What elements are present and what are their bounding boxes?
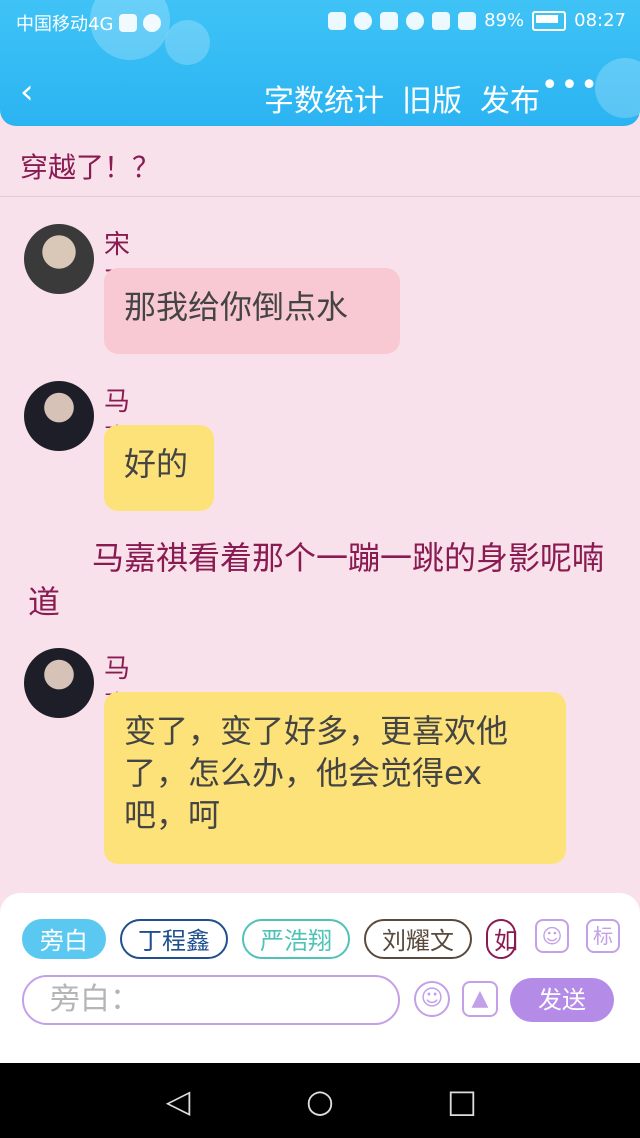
avatar[interactable] bbox=[24, 381, 94, 451]
chapter-title: 穿越了！？ bbox=[20, 151, 161, 184]
image-icon[interactable]: ▲ bbox=[462, 981, 498, 1017]
carrier-label: 中国移动4G bbox=[16, 14, 114, 35]
message-bubble[interactable]: 变了，变了好多，更喜欢他了，怎么办，他会觉得ex吧，呵 bbox=[104, 692, 566, 864]
narration-text[interactable]: 马嘉祺看着那个一蹦一跳的身影呢喃道 bbox=[28, 536, 608, 624]
hd-icon bbox=[380, 11, 399, 30]
back-triangle-icon[interactable]: ◁ bbox=[160, 1083, 196, 1119]
avatar[interactable] bbox=[24, 224, 94, 294]
old-version-button[interactable]: 旧版 bbox=[402, 76, 462, 120]
battery-icon bbox=[532, 10, 567, 31]
vibrate-icon bbox=[328, 11, 347, 30]
divider bbox=[0, 196, 640, 197]
message-input[interactable]: 旁白： bbox=[22, 975, 400, 1025]
message-bubble[interactable]: 那我给你倒点水 bbox=[104, 268, 400, 354]
eye-icon bbox=[406, 11, 425, 30]
header: 中国移动4G 89% 08:27 ‹ 字数统计 旧版 发布 ••• bbox=[0, 0, 640, 126]
navigation-bar: ◁ ○ □ bbox=[0, 1063, 640, 1138]
chip-character[interactable]: 刘耀文 bbox=[364, 919, 472, 959]
emoji-icon[interactable]: ☺ bbox=[414, 981, 450, 1017]
avatar[interactable] bbox=[24, 648, 94, 718]
wifi-icon bbox=[432, 11, 451, 30]
battery-percent: 89% bbox=[484, 10, 525, 31]
recents-square-icon[interactable]: □ bbox=[444, 1083, 480, 1119]
clock: 08:27 bbox=[574, 10, 626, 31]
browser-icon bbox=[119, 14, 138, 32]
signal-icon bbox=[458, 11, 477, 30]
chevron-left-icon[interactable]: ‹ bbox=[20, 72, 34, 112]
chip-character[interactable]: 如 bbox=[486, 919, 518, 959]
status-bar: 中国移动4G 89% 08:27 bbox=[0, 0, 640, 44]
character-chips: 旁白 丁程鑫 严浩翔 刘耀文 如 bbox=[22, 919, 522, 963]
message-bubble[interactable]: 好的 bbox=[104, 425, 214, 511]
wechat-icon bbox=[143, 14, 162, 32]
composer-panel: 旁白 丁程鑫 严浩翔 刘耀文 如 ☺ 标 旁白： ☺ ▲ 发送 bbox=[0, 893, 640, 1063]
tag-icon[interactable]: 标 bbox=[586, 919, 620, 953]
more-dots-icon[interactable]: ••• bbox=[541, 68, 600, 103]
app-bar: ‹ 字数统计 旧版 发布 ••• bbox=[0, 62, 640, 122]
chip-character[interactable]: 丁程鑫 bbox=[120, 919, 228, 959]
alarm-icon bbox=[354, 11, 373, 30]
chip-character[interactable]: 严浩翔 bbox=[242, 919, 350, 959]
publish-button[interactable]: 发布 bbox=[480, 76, 540, 120]
send-button[interactable]: 发送 bbox=[510, 978, 614, 1022]
person-icon[interactable]: ☺ bbox=[535, 919, 569, 953]
home-circle-icon[interactable]: ○ bbox=[302, 1083, 338, 1119]
word-count-button[interactable]: 字数统计 bbox=[264, 76, 384, 120]
chip-narrator[interactable]: 旁白 bbox=[22, 919, 106, 959]
